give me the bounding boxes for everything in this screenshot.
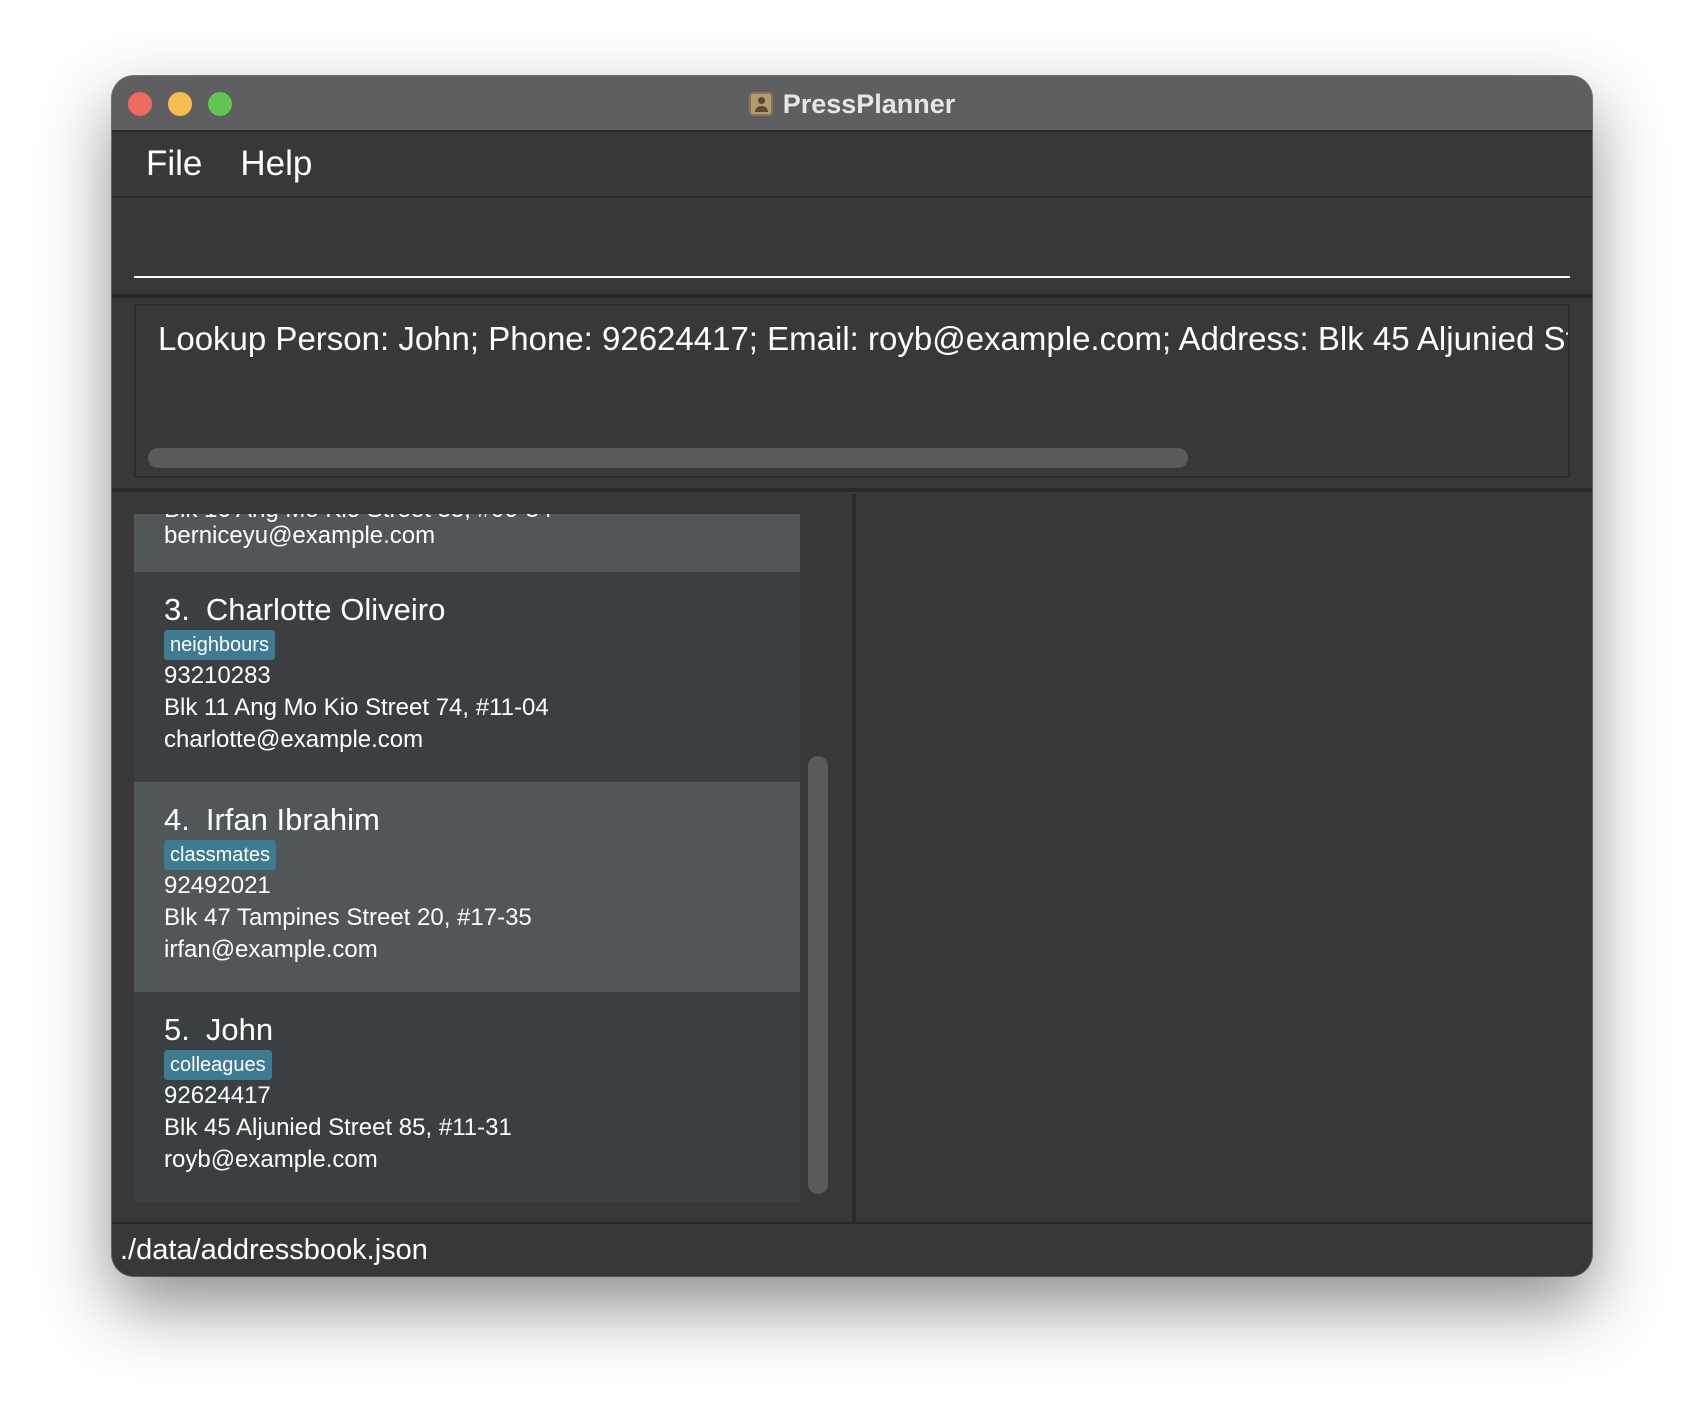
person-email: charlotte@example.com [164, 726, 424, 753]
status-bar: ./data/addressbook.json [112, 1222, 1592, 1276]
window-title-group: PressPlanner [112, 76, 1592, 132]
person-name-text: John [205, 1012, 274, 1047]
person-email: berniceyu@example.com [164, 522, 436, 549]
command-box-area [112, 198, 1592, 294]
person-name-text: Irfan Ibrahim [205, 802, 380, 837]
person-index: 5. [164, 1012, 190, 1047]
result-horizontal-scrollbar[interactable] [148, 448, 1188, 468]
person-email: royb@example.com [164, 1146, 378, 1173]
person-name: 4. Irfan Ibrahim [164, 802, 380, 838]
command-input[interactable] [134, 218, 1570, 278]
menu-help[interactable]: Help [240, 144, 312, 184]
result-display: Lookup Person: John; Phone: 92624417; Em… [134, 304, 1570, 478]
divider [112, 294, 1592, 298]
person-card-selected[interactable]: 4. Irfan Ibrahim classmates 92492021 Blk … [134, 782, 800, 992]
detail-panel [856, 494, 1592, 1222]
person-address: Blk 47 Tampines Street 20, #17-35 [164, 904, 532, 931]
person-list-vertical-scrollbar[interactable] [808, 756, 828, 1194]
divider [112, 488, 1592, 492]
app-contact-icon [748, 92, 773, 116]
person-card[interactable]: 5. John colleagues 92624417 Blk 45 Aljuni… [134, 992, 800, 1202]
person-card[interactable]: Blk 16 Ang Mo Kio Street 35, #06-34 bern… [134, 514, 800, 572]
person-list[interactable]: Blk 16 Ang Mo Kio Street 35, #06-34 bern… [134, 514, 800, 1204]
person-phone: 93210283 [164, 662, 271, 689]
person-phone: 92624417 [164, 1082, 271, 1109]
result-text: Lookup Person: John; Phone: 92624417; Em… [158, 320, 1568, 357]
tag-badge: classmates [164, 840, 277, 870]
window-title: PressPlanner [782, 88, 956, 119]
person-name: 5. John [164, 1012, 273, 1048]
person-name-text: Charlotte Oliveiro [205, 592, 446, 627]
tag-badge: colleagues [164, 1050, 272, 1080]
title-bar: PressPlanner [112, 76, 1592, 132]
person-index: 3. [164, 592, 190, 627]
menu-file[interactable]: File [146, 144, 202, 184]
person-address: Blk 11 Ang Mo Kio Street 74, #11-04 [164, 694, 549, 721]
person-email: irfan@example.com [164, 936, 378, 963]
person-name: 3. Charlotte Oliveiro [164, 592, 445, 628]
person-index: 4. [164, 802, 190, 837]
tag-badge: neighbours [164, 630, 275, 660]
person-phone: 92492021 [164, 872, 271, 899]
person-list-panel: Blk 16 Ang Mo Kio Street 35, #06-34 bern… [112, 494, 852, 1222]
person-address: Blk 45 Aljunied Street 85, #11-31 [164, 1114, 512, 1141]
save-location-path: ./data/addressbook.json [120, 1234, 428, 1266]
menu-bar: File Help [112, 132, 1592, 198]
person-card[interactable]: 3. Charlotte Oliveiro neighbours 93210283… [134, 572, 800, 782]
app-window: PressPlanner File Help Lookup Person: Jo… [112, 76, 1592, 1276]
